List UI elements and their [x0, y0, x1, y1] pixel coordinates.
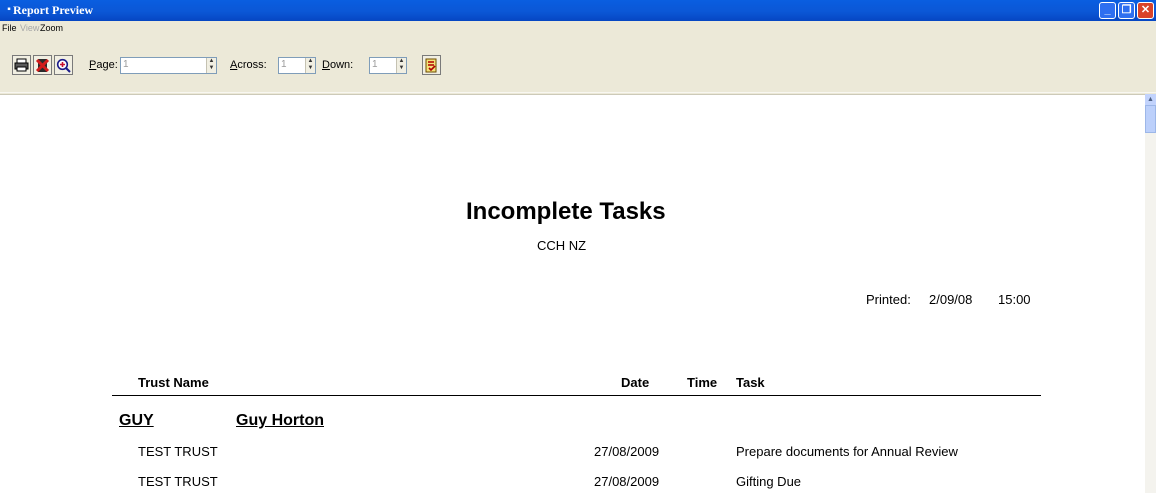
report-subtitle: CCH NZ — [537, 238, 587, 253]
down-spin-arrows[interactable]: ▲ ▼ — [396, 58, 406, 73]
row-date: 27/08/2009 — [594, 474, 660, 489]
toolbar-divider — [0, 92, 1156, 93]
across-spinner[interactable]: 1 ▲ ▼ — [278, 57, 316, 74]
vertical-scrollbar[interactable]: ▲ — [1145, 94, 1156, 493]
column-header-time: Time — [687, 375, 718, 390]
window-title: Report Preview — [13, 3, 94, 17]
printed-label: Printed: — [866, 292, 911, 307]
across-value: 1 — [281, 59, 287, 70]
zoom-in-icon — [56, 58, 71, 73]
printer-icon — [14, 58, 29, 72]
scroll-thumb[interactable] — [1145, 105, 1156, 133]
column-header-trust-name: Trust Name — [138, 375, 209, 390]
report-title: Incomplete Tasks — [466, 198, 666, 225]
close-report-icon — [35, 58, 50, 72]
down-label: Down: — [322, 59, 354, 71]
row-task: Gifting Due — [736, 474, 802, 489]
minimize-button[interactable]: _ — [1099, 2, 1116, 19]
toolbar: Page: 1 ▲ ▼ Across: 1 ▲ ▼ Down: 1 ▲ ▼ — [0, 35, 1156, 95]
across-label: Across: — [230, 59, 267, 71]
printed-date: 2/09/08 — [929, 292, 973, 307]
printed-time: 15:00 — [998, 292, 1031, 307]
print-button[interactable] — [12, 55, 31, 75]
close-button[interactable]: ✕ — [1137, 2, 1154, 19]
across-spin-arrows[interactable]: ▲ ▼ — [305, 58, 315, 73]
page-value: 1 — [123, 59, 129, 70]
zoom-button[interactable] — [54, 55, 73, 75]
row-date: 27/08/2009 — [594, 444, 660, 459]
export-button[interactable] — [422, 55, 441, 75]
page-label: Page: — [89, 59, 118, 71]
export-icon — [425, 58, 437, 72]
page-spinner[interactable]: 1 ▲ ▼ — [120, 57, 217, 74]
down-spinner[interactable]: 1 ▲ ▼ — [369, 57, 407, 74]
group-code: GUY — [119, 412, 154, 429]
row-trust-name: TEST TRUST — [138, 474, 218, 489]
menu-view[interactable]: View — [20, 23, 39, 33]
scroll-up-button[interactable]: ▲ — [1145, 94, 1156, 105]
restore-button[interactable]: ❐ — [1118, 2, 1135, 19]
row-task: Prepare documents for Annual Review — [736, 444, 958, 459]
header-rule — [112, 395, 1041, 396]
down-value: 1 — [372, 59, 378, 70]
page-spin-arrows[interactable]: ▲ ▼ — [206, 58, 216, 73]
row-trust-name: TEST TRUST — [138, 444, 218, 459]
menu-file[interactable]: File — [2, 23, 17, 33]
column-header-date: Date — [621, 375, 650, 390]
close-report-button[interactable] — [33, 55, 52, 75]
column-header-task: Task — [736, 375, 765, 390]
title-bar: ▪ Report Preview _ ❐ ✕ — [0, 0, 1156, 21]
menu-zoom[interactable]: Zoom — [40, 23, 63, 33]
group-name: Guy Horton — [236, 412, 324, 429]
menu-bar: File View Zoom — [0, 21, 1156, 35]
